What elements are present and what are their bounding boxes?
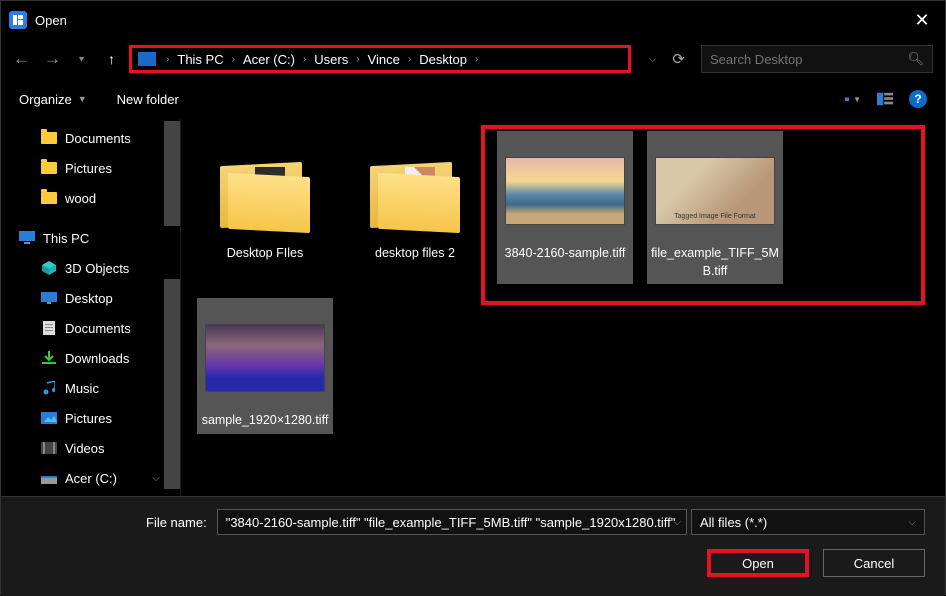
chevron-down-icon: ▼: [853, 95, 861, 104]
music-icon: [41, 381, 57, 395]
up-button[interactable]: ↑: [108, 51, 115, 67]
nav-arrows: ← → ▾ ↑: [13, 49, 115, 69]
image-thumbnail: [501, 143, 629, 239]
breadcrumb-sep: ›: [352, 54, 363, 65]
app-icon: [9, 11, 27, 29]
view-details-button[interactable]: [877, 92, 893, 106]
sidebar-item-desktop[interactable]: Desktop: [1, 283, 180, 313]
sidebar-item-pictures2[interactable]: Pictures: [1, 403, 180, 433]
image-thumbnail: [201, 310, 329, 406]
sidebar-item-music[interactable]: Music: [1, 373, 180, 403]
close-button[interactable]: ✕: [899, 1, 945, 39]
toolbar-right: ▼ ?: [845, 90, 927, 108]
sidebar: Documents Pictures wood This PC 3D Objec…: [1, 119, 181, 496]
search-input[interactable]: [710, 52, 907, 67]
filetype-filter[interactable]: All files (*.*) ⌵: [691, 509, 925, 535]
titlebar: Open ✕: [1, 1, 945, 39]
breadcrumb-users[interactable]: Users: [310, 52, 352, 67]
forward-button[interactable]: →: [44, 49, 61, 69]
cube-icon: [41, 261, 57, 275]
button-row: Open Cancel: [21, 549, 925, 577]
refresh-button[interactable]: ⟳: [672, 50, 685, 68]
breadcrumb-vince[interactable]: Vince: [364, 52, 404, 67]
video-icon: [41, 441, 57, 455]
breadcrumb[interactable]: › This PC › Acer (C:) › Users › Vince › …: [129, 45, 631, 73]
scrollbar-handle[interactable]: [164, 121, 180, 226]
toolbar-left: Organize ▼ New folder: [19, 92, 179, 107]
sidebar-item-downloads[interactable]: Downloads: [1, 343, 180, 373]
sidebar-item-acer[interactable]: Acer (C:)⌵: [1, 463, 180, 493]
breadcrumb-desktop[interactable]: Desktop: [415, 52, 471, 67]
file-grid: Desktop FIles desktop files 2 3840-2160-…: [197, 131, 929, 434]
search-box[interactable]: 🔍︎: [701, 45, 933, 73]
search-icon[interactable]: 🔍︎: [907, 51, 924, 67]
file-item-image[interactable]: 3840-2160-sample.tiff: [497, 131, 633, 284]
title-text: Open: [35, 13, 67, 28]
organize-button[interactable]: Organize ▼: [19, 92, 87, 107]
breadcrumb-acer[interactable]: Acer (C:): [239, 52, 299, 67]
file-item-folder[interactable]: Desktop FIles: [197, 131, 333, 284]
open-dialog: Open ✕ ← → ▾ ↑ › This PC › Acer (C:) › U…: [0, 0, 946, 595]
filename-label: File name:: [146, 515, 207, 530]
breadcrumb-sep: ›: [471, 54, 482, 65]
back-button[interactable]: ←: [13, 49, 30, 69]
file-area[interactable]: Desktop FIles desktop files 2 3840-2160-…: [181, 119, 945, 496]
sidebar-item-thispc[interactable]: This PC: [1, 223, 180, 253]
sidebar-item-3dobjects[interactable]: 3D Objects: [1, 253, 180, 283]
scrollbar-handle[interactable]: [164, 279, 180, 489]
path-dropdown[interactable]: ⌵: [649, 54, 657, 65]
image-thumbnail: Tagged Image File Format: [651, 143, 779, 239]
file-item-image[interactable]: Tagged Image File Format file_example_TI…: [647, 131, 783, 284]
navbar: ← → ▾ ↑ › This PC › Acer (C:) › Users › …: [1, 39, 945, 79]
document-icon: [41, 321, 57, 335]
breadcrumb-sep: ›: [228, 54, 239, 65]
titlebar-left: Open: [9, 11, 67, 29]
sidebar-item-documents[interactable]: Documents: [1, 123, 180, 153]
help-button[interactable]: ?: [909, 90, 927, 108]
sidebar-item-videos[interactable]: Videos: [1, 433, 180, 463]
breadcrumb-thispc[interactable]: This PC: [173, 52, 227, 67]
pc-icon: [138, 52, 156, 66]
open-button[interactable]: Open: [707, 549, 809, 577]
folder-icon: [351, 143, 479, 239]
desktop-icon: [41, 291, 57, 305]
breadcrumb-sep: ›: [162, 54, 173, 65]
cancel-button[interactable]: Cancel: [823, 549, 925, 577]
toolbar: Organize ▼ New folder ▼ ?: [1, 79, 945, 119]
chevron-down-icon[interactable]: ⌵: [152, 473, 160, 484]
folder-icon: [201, 143, 329, 239]
breadcrumb-sep: ›: [404, 54, 415, 65]
filename-input[interactable]: [217, 509, 688, 535]
chevron-down-icon: ▼: [78, 94, 87, 104]
file-item-image[interactable]: sample_1920×1280.tiff: [197, 298, 333, 434]
sidebar-item-wood[interactable]: wood: [1, 183, 180, 213]
bottom-panel: File name: ⌵ All files (*.*) ⌵ Open Canc…: [1, 496, 945, 596]
picture-icon: [41, 411, 57, 425]
history-dropdown[interactable]: ▾: [79, 54, 84, 65]
chevron-down-icon: ⌵: [908, 517, 916, 528]
new-folder-button[interactable]: New folder: [117, 92, 179, 107]
chevron-down-icon[interactable]: ⌵: [673, 517, 681, 528]
sidebar-item-pictures[interactable]: Pictures: [1, 153, 180, 183]
breadcrumb-sep: ›: [299, 54, 310, 65]
drive-icon: [41, 471, 57, 485]
download-icon: [41, 351, 57, 365]
pc-icon: [19, 231, 35, 245]
main: Documents Pictures wood This PC 3D Objec…: [1, 119, 945, 496]
view-icons-button[interactable]: ▼: [845, 92, 861, 106]
file-item-folder[interactable]: desktop files 2: [347, 131, 483, 284]
filename-row: File name: ⌵ All files (*.*) ⌵: [21, 509, 925, 535]
sidebar-item-documents2[interactable]: Documents: [1, 313, 180, 343]
